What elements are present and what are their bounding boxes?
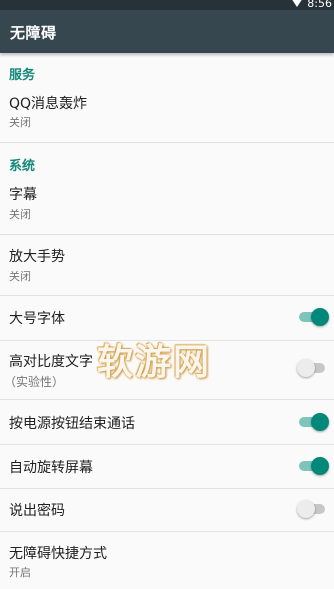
setting-title: 自动旋转屏幕 bbox=[9, 460, 93, 476]
setting-magnification[interactable]: 放大手势 关闭 bbox=[0, 236, 334, 294]
setting-title: 大号字体 bbox=[9, 311, 65, 327]
app-bar: 无障碍 bbox=[0, 10, 334, 53]
divider bbox=[0, 295, 334, 296]
setting-title: 放大手势 bbox=[9, 249, 65, 265]
setting-title: QQ消息轰炸 bbox=[9, 96, 88, 112]
section-header-services: 服务 bbox=[9, 68, 36, 83]
status-time: 8:56 bbox=[307, 0, 332, 10]
setting-title: 高对比度文字 bbox=[9, 354, 93, 370]
divider bbox=[0, 142, 334, 143]
setting-qq-bomb[interactable]: QQ消息轰炸 关闭 bbox=[0, 85, 334, 135]
section-header-system: 系统 bbox=[9, 159, 36, 174]
divider bbox=[0, 444, 334, 445]
large-text-toggle[interactable] bbox=[299, 308, 329, 326]
setting-summary: 开启 bbox=[9, 566, 31, 579]
divider bbox=[0, 531, 334, 532]
high-contrast-toggle[interactable] bbox=[297, 359, 325, 377]
toggle-thumb bbox=[311, 457, 329, 475]
setting-summary: 关闭 bbox=[9, 208, 31, 221]
divider bbox=[0, 234, 334, 235]
setting-title: 字幕 bbox=[9, 187, 37, 203]
toggle-thumb bbox=[311, 413, 329, 431]
setting-speak-password[interactable]: 说出密码 bbox=[0, 490, 334, 530]
power-ends-call-toggle[interactable] bbox=[299, 413, 329, 431]
setting-summary: 关闭 bbox=[9, 116, 31, 129]
setting-title: 按电源按钮结束通话 bbox=[9, 416, 135, 432]
setting-title: 无障碍快捷方式 bbox=[9, 546, 107, 562]
speak-password-toggle[interactable] bbox=[297, 500, 325, 518]
auto-rotate-toggle[interactable] bbox=[299, 457, 329, 475]
setting-captions[interactable]: 字幕 关闭 bbox=[0, 176, 334, 226]
setting-accessibility-shortcut[interactable]: 无障碍快捷方式 开启 bbox=[0, 533, 334, 589]
toggle-thumb bbox=[297, 359, 315, 377]
setting-title: 说出密码 bbox=[9, 503, 65, 519]
toggle-thumb bbox=[297, 500, 315, 518]
wifi-icon bbox=[291, 0, 304, 7]
divider bbox=[0, 488, 334, 489]
setting-auto-rotate[interactable]: 自动旋转屏幕 bbox=[0, 446, 334, 488]
setting-summary: 关闭 bbox=[9, 270, 31, 283]
page-title: 无障碍 bbox=[10, 24, 57, 42]
watermark: 软游网 bbox=[97, 342, 212, 383]
status-bar: 8:56 bbox=[0, 0, 334, 10]
setting-summary: （实验性） bbox=[4, 375, 65, 389]
toggle-thumb bbox=[311, 308, 329, 326]
setting-power-ends-call[interactable]: 按电源按钮结束通话 bbox=[0, 401, 334, 443]
divider bbox=[0, 399, 334, 400]
